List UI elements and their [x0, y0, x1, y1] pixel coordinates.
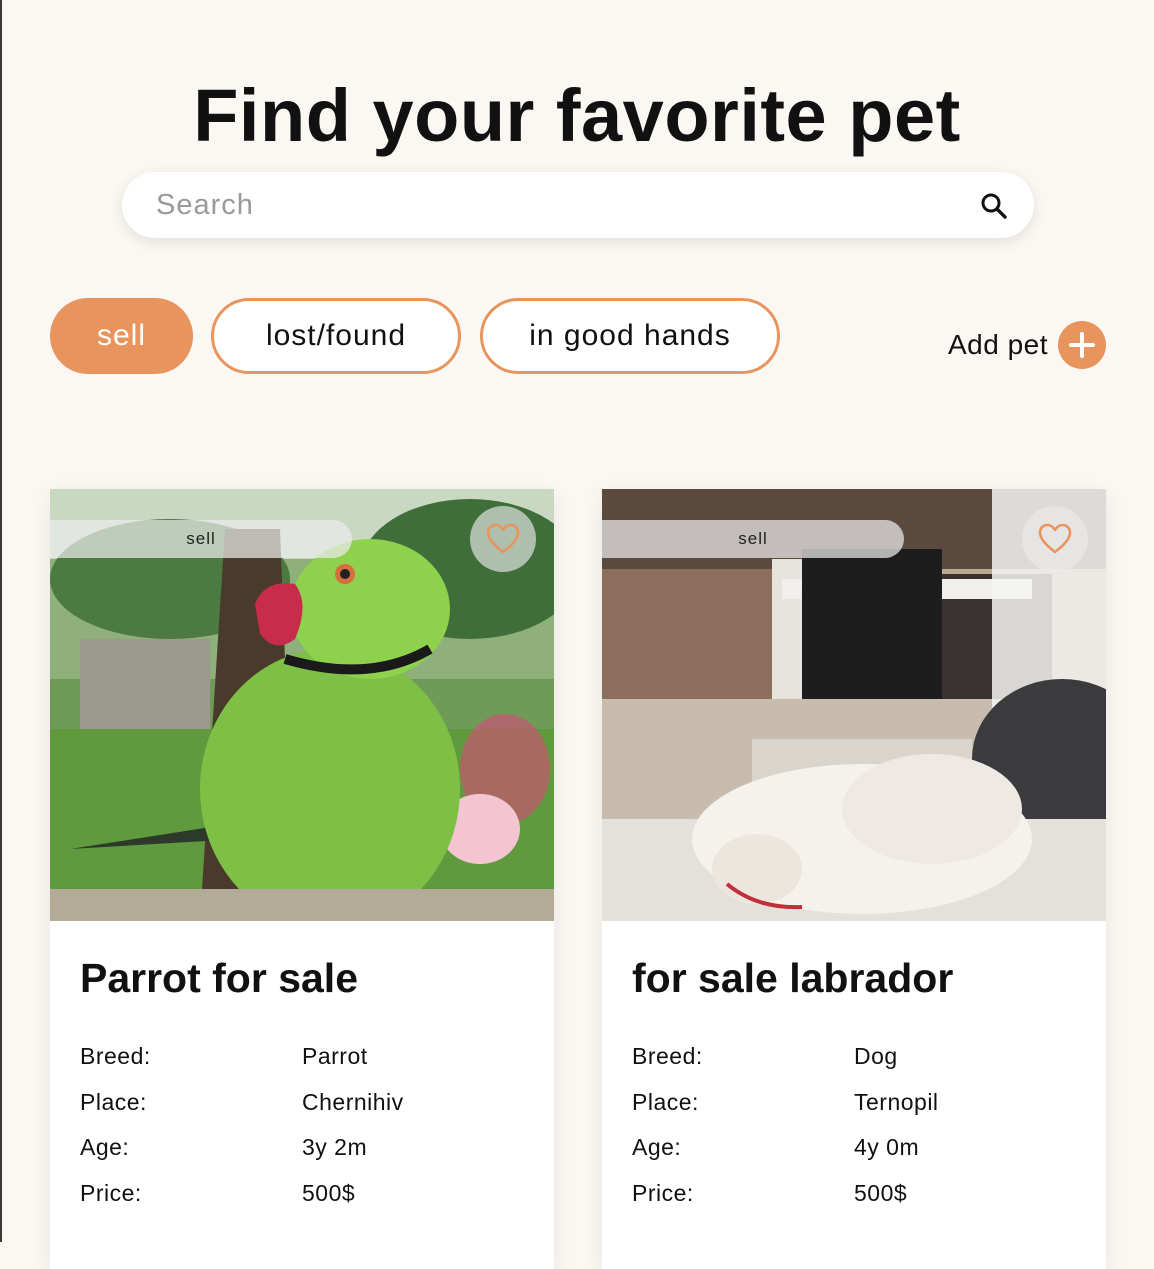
- search-bar: [122, 172, 1034, 238]
- detail-value: Parrot: [302, 1043, 368, 1069]
- search-input[interactable]: [154, 179, 938, 231]
- detail-label: Age:: [80, 1134, 130, 1160]
- detail-row-breed: Breed: Parrot: [80, 1043, 530, 1073]
- detail-label: Price:: [632, 1180, 694, 1206]
- detail-label: Place:: [632, 1089, 699, 1115]
- detail-value: Dog: [854, 1043, 898, 1069]
- window-edge: [0, 0, 2, 1242]
- page-title: Find your favorite pet: [193, 73, 961, 157]
- add-pet-label: Add pet: [948, 329, 1049, 360]
- category-badge: sell: [602, 520, 904, 558]
- card-title: for sale labrador: [632, 955, 954, 1001]
- plus-icon: [1058, 321, 1107, 369]
- favorite-button[interactable]: [470, 506, 536, 572]
- filter-in-good-hands[interactable]: in good hands: [480, 298, 780, 374]
- filter-sell[interactable]: sell: [50, 298, 193, 374]
- pet-photo-labrador: sell: [602, 489, 1106, 921]
- detail-value: 500$: [854, 1180, 908, 1206]
- detail-row-price: Price: 500$: [632, 1180, 1082, 1210]
- pet-photo-parrot: sell: [50, 489, 554, 921]
- heart-icon: [486, 523, 520, 554]
- detail-row-age: Age: 3y 2m: [80, 1134, 530, 1164]
- detail-label: Breed:: [632, 1043, 703, 1069]
- heart-icon: [1038, 523, 1072, 554]
- detail-value: 500$: [302, 1180, 356, 1206]
- detail-value: 3y 2m: [302, 1134, 368, 1160]
- search-icon[interactable]: [980, 192, 1008, 220]
- detail-row-place: Place: Chernihiv: [80, 1089, 530, 1119]
- detail-value: Chernihiv: [302, 1089, 404, 1115]
- filter-lost-found[interactable]: lost/found: [211, 298, 461, 374]
- detail-label: Place:: [80, 1089, 147, 1115]
- detail-value: 4y 0m: [854, 1134, 920, 1160]
- detail-row-price: Price: 500$: [80, 1180, 530, 1210]
- detail-row-place: Place: Ternopil: [632, 1089, 1082, 1119]
- add-pet-button[interactable]: Add pet: [948, 320, 1107, 370]
- card-title: Parrot for sale: [80, 955, 358, 1001]
- detail-label: Age:: [632, 1134, 682, 1160]
- detail-value: Ternopil: [854, 1089, 939, 1115]
- detail-row-age: Age: 4y 0m: [632, 1134, 1082, 1164]
- detail-label: Price:: [80, 1180, 142, 1206]
- pet-card[interactable]: sell for sale labrador Breed: Dog Place:…: [602, 489, 1106, 1269]
- favorite-button[interactable]: [1022, 506, 1088, 572]
- detail-label: Breed:: [80, 1043, 151, 1069]
- detail-row-breed: Breed: Dog: [632, 1043, 1082, 1073]
- pet-card[interactable]: sell Parrot for sale Breed: Parrot Place…: [50, 489, 554, 1269]
- category-badge: sell: [50, 520, 352, 558]
